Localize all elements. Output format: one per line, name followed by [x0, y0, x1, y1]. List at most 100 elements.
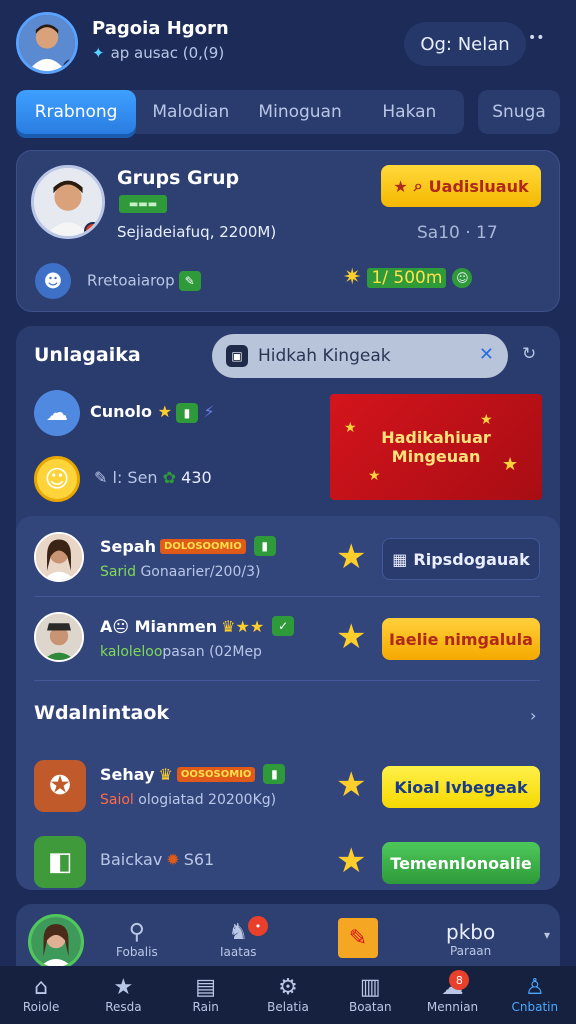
nav-rain[interactable]: ▤ Rain — [165, 966, 247, 1024]
pin-icon: ⚲ — [128, 920, 145, 945]
group-count: Sa10 · 17 — [417, 223, 498, 243]
section-title: Unlagaika — [34, 344, 141, 366]
row-b-label: ✎ l: Sen ✿ 430 — [94, 468, 212, 487]
search-button[interactable]: Og: Nelan — [404, 22, 526, 66]
chart-icon: ▥ — [359, 975, 381, 1000]
group-title: Grups Grup — [117, 167, 240, 189]
list-action-button[interactable]: Kioal Ivbegeak — [382, 766, 540, 808]
list-action-button[interactable]: Temennlonoalie — [382, 842, 540, 884]
list-action-button[interactable]: ▦ Ripsdogauak — [382, 538, 540, 580]
notification-badge: • — [248, 916, 268, 936]
group-stats: Sejiadeiafuq, 2200M) — [117, 223, 277, 241]
chevron-down-icon[interactable]: ▾ — [544, 928, 550, 942]
star-icon: ★ — [393, 176, 408, 196]
more-icon[interactable]: •• — [528, 30, 545, 46]
box-icon: ▦ — [392, 549, 408, 569]
list-avatar[interactable] — [34, 612, 84, 662]
star-icon[interactable]: ★ — [336, 540, 366, 574]
inner-list: Sepah DOLOSOOMIO ▮ Sarid Gonaarier/200/3) … — [16, 516, 560, 890]
notification-badge: 8 — [449, 970, 470, 990]
tab-snuga[interactable]: Snuga — [478, 90, 560, 134]
footer-item-paraan[interactable]: pkbo Paraan — [446, 920, 495, 958]
footer-item-fobalis[interactable]: ⚲ Fobalis — [116, 920, 158, 959]
header: ★ Pagoia Hgorn ✦ ap ausac (0,(9) Og: Nela… — [0, 0, 576, 88]
person-icon: ♙ — [524, 975, 545, 1000]
chip-icon: ▮ — [253, 536, 276, 556]
emoji-icon[interactable]: ☺ — [34, 456, 80, 502]
list-item: ◧ Baickav ✹ S61 ★ Temennlonoalie — [16, 826, 560, 898]
nav-resda[interactable]: ★ Resda — [82, 966, 164, 1024]
nav-profile[interactable]: ♙ Cnbatin — [494, 966, 576, 1024]
barrel-icon[interactable]: ◧ — [34, 836, 86, 888]
tab-rrabnong[interactable]: Rrabnong — [16, 90, 137, 134]
home-icon: ⌂ — [34, 975, 49, 1000]
tab-bar: Rrabnong Malodian Minoguan Hakan — [16, 90, 464, 134]
bolt-icon: ⚡ — [203, 402, 215, 421]
divider — [34, 680, 540, 681]
promo-banner[interactable]: ★ ★ ★ ★ Hadikahiuar Mingeuan — [330, 394, 542, 500]
group-avatar[interactable]: ● — [31, 165, 105, 239]
list-name: A😐 Mianmen ♛★★ ✓ — [100, 616, 295, 636]
footer-avatar[interactable] — [28, 914, 84, 970]
tab-hakan[interactable]: Hakan — [355, 90, 464, 134]
level-badge-icon: ★ — [63, 59, 75, 71]
robot-icon[interactable]: ☻ — [35, 263, 71, 299]
gamepad-icon: ▣ — [226, 345, 248, 367]
footer-item-note[interactable]: ✎ — [338, 918, 378, 958]
star-icon: ★ — [368, 468, 381, 484]
crown-icon: ♛★★ — [221, 616, 265, 636]
chip-icon: ▮ — [175, 402, 198, 423]
gem-icon: ✹ — [166, 850, 180, 869]
treasure-icon[interactable]: ✪ — [34, 760, 86, 812]
note-icon: ✎ — [338, 918, 378, 958]
star-icon: ★ — [344, 420, 357, 436]
list-name: Baickav ✹ S61 — [100, 850, 215, 869]
list-meta: Sarid Gonaarier/200/3) — [100, 564, 261, 580]
group-badge-icon: ● — [84, 222, 102, 236]
list-item: ✪ Sehay ♛ OOSOSOMIO ▮ Saiol ologiatad 20200… — [16, 750, 560, 822]
search-icon: ⌕ — [413, 176, 423, 195]
list-avatar[interactable] — [34, 532, 84, 582]
star-icon[interactable]: ★ — [336, 844, 366, 878]
star-icon[interactable]: ★ — [336, 620, 366, 654]
main-panel: Unlagaika ▣ Hidkah Kingeak ✕ ↻ ☁ Cunolo … — [16, 326, 560, 890]
user-subtitle: ✦ ap ausac (0,(9) — [92, 44, 225, 62]
row-a-label: Cunolo ★ ▮ ⚡ — [90, 402, 215, 423]
clear-icon[interactable]: ✕ — [479, 344, 494, 365]
star-icon: ★ — [502, 454, 519, 475]
tab-minoguan[interactable]: Minoguan — [245, 90, 354, 134]
footer-card: ⚲ Fobalis ♞ Iaatas • ✎ pkbo Paraan ▾ — [16, 904, 560, 970]
leaf-icon: ✿ — [162, 468, 177, 487]
refresh-icon[interactable]: ↻ — [522, 344, 536, 364]
search-input[interactable]: ▣ Hidkah Kingeak ✕ — [212, 334, 508, 378]
group-card: ● Grups Grup ▬▬▬ Sejiadeiafuq, 2200M) ★ … — [16, 150, 560, 312]
group-action-button[interactable]: ★ ⌕ Uadisluauk — [381, 165, 541, 207]
nav-boatan[interactable]: ▥ Boatan — [329, 966, 411, 1024]
list-name: Sehay ♛ OOSOSOMIO ▮ — [100, 764, 286, 784]
divider — [34, 596, 540, 597]
nav-mennian[interactable]: ☁Mennian8 — [411, 966, 493, 1024]
list-meta: kaloleloopasan (02Mep — [100, 644, 262, 660]
chip-icon: ✓ — [272, 616, 295, 636]
list-action-button[interactable]: Iaelie nimgalula — [382, 618, 540, 660]
list-item: Sepah DOLOSOOMIO ▮ Sarid Gonaarier/200/3) … — [16, 522, 560, 594]
leaf-icon: ✎ — [178, 271, 201, 291]
tag-icon: ✎ — [94, 468, 108, 487]
profile-avatar[interactable]: ★ — [16, 12, 78, 74]
star-burst-icon: ✷ — [343, 265, 362, 290]
smile-icon: ☺ — [452, 267, 473, 288]
user-name: Pagoia Hgorn — [92, 18, 229, 39]
list-name: Sepah DOLOSOOMIO ▮ — [100, 536, 276, 556]
person-icon — [31, 917, 81, 967]
chevron-right-icon[interactable]: › — [530, 706, 536, 725]
tab-malodian[interactable]: Malodian — [136, 90, 245, 134]
banner-line1: Hadikahiuar — [381, 428, 491, 447]
nav-belatia[interactable]: ⚙ Belatia — [247, 966, 329, 1024]
ghost-icon[interactable]: ☁ — [34, 390, 80, 436]
list-item: A😐 Mianmen ♛★★ ✓ kaloleloopasan (02Mep ★ I… — [16, 602, 560, 674]
person-icon — [36, 534, 82, 580]
nav-home[interactable]: ⌂ Roiole — [0, 966, 82, 1024]
group-row2-value: ✷ 1/ 500m ☺ — [343, 265, 473, 290]
star-icon[interactable]: ★ — [336, 768, 366, 802]
group-row2-label: Rretoaiarop ✎ — [87, 271, 201, 291]
